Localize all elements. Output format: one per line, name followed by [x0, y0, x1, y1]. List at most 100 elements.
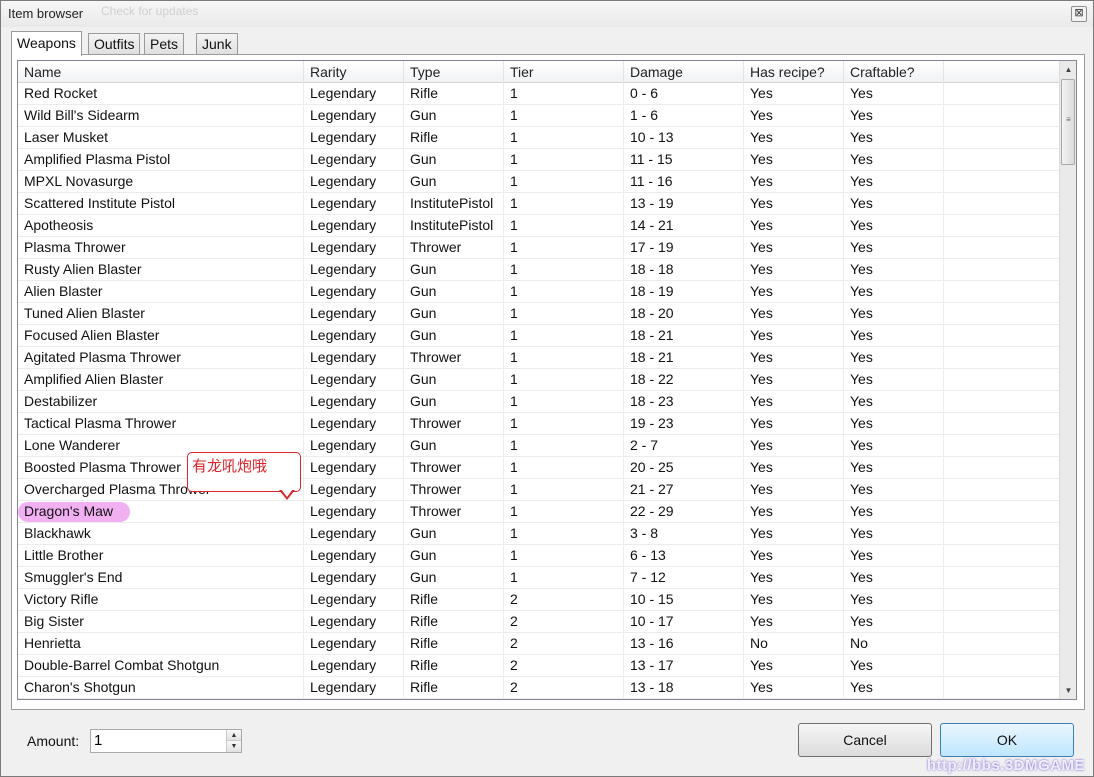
- tab-weapons[interactable]: Weapons: [11, 31, 82, 56]
- table-row[interactable]: Henrietta Legendary Rifle 2 13 - 16 No No: [18, 633, 1061, 655]
- table-row[interactable]: Laser Musket Legendary Rifle 1 10 - 13 Yes Yes: [18, 127, 1061, 149]
- vertical-scrollbar[interactable]: ▲ ≡ ▼: [1059, 61, 1076, 699]
- cell-has-recipe: No: [744, 633, 844, 655]
- cell-rarity: Legendary: [304, 369, 404, 391]
- table-row[interactable]: MPXL Novasurge Legendary Gun 1 11 - 16 Yes Yes: [18, 171, 1061, 193]
- cell-type: Gun: [404, 523, 504, 545]
- cell-name: Amplified Plasma Pistol: [18, 149, 304, 171]
- table-row[interactable]: Apotheosis Legendary InstitutePistol 1 14 - …: [18, 215, 1061, 237]
- cell-rarity: Legendary: [304, 215, 404, 237]
- spin-down-icon[interactable]: ▼: [226, 741, 241, 752]
- cell-craftable: Yes: [844, 391, 944, 413]
- table-row[interactable]: Rusty Alien Blaster Legendary Gun 1 18 - 18 Y…: [18, 259, 1061, 281]
- cell-craftable: Yes: [844, 237, 944, 259]
- cell-name: Alien Blaster: [18, 281, 304, 303]
- table-row[interactable]: Agitated Plasma Thrower Legendary Thrower 1…: [18, 347, 1061, 369]
- table-row[interactable]: Tuned Alien Blaster Legendary Gun 1 18 - 20 Y…: [18, 303, 1061, 325]
- table-row[interactable]: Double-Barrel Combat Shotgun Legendary Rif…: [18, 655, 1061, 677]
- column-header-rarity[interactable]: Rarity: [304, 61, 404, 83]
- cell-filler: [944, 523, 1061, 545]
- table-row[interactable]: Tactical Plasma Thrower Legendary Thrower 1…: [18, 413, 1061, 435]
- table-row[interactable]: Amplified Alien Blaster Legendary Gun 1 18 -…: [18, 369, 1061, 391]
- scroll-up-icon[interactable]: ▲: [1061, 62, 1076, 77]
- cancel-button[interactable]: Cancel: [798, 723, 932, 757]
- cell-name: Laser Musket: [18, 127, 304, 149]
- table-row[interactable]: Victory Rifle Legendary Rifle 2 10 - 15 Yes Ye…: [18, 589, 1061, 611]
- cell-has-recipe: Yes: [744, 589, 844, 611]
- table-row[interactable]: Focused Alien Blaster Legendary Gun 1 18 - 2…: [18, 325, 1061, 347]
- cell-damage: 0 - 6: [624, 83, 744, 105]
- cell-tier: 1: [504, 567, 624, 589]
- cell-has-recipe: Yes: [744, 259, 844, 281]
- column-header-name[interactable]: Name: [18, 61, 304, 83]
- spin-up-icon[interactable]: ▲: [226, 730, 241, 741]
- table-row[interactable]: Red Rocket Legendary Rifle 1 0 - 6 Yes Yes: [18, 83, 1061, 105]
- table-row[interactable]: Destabilizer Legendary Gun 1 18 - 23 Yes Yes: [18, 391, 1061, 413]
- cell-tier: 2: [504, 589, 624, 611]
- cell-rarity: Legendary: [304, 545, 404, 567]
- cell-name: Henrietta: [18, 633, 304, 655]
- tab-outfits[interactable]: Outfits: [88, 33, 141, 55]
- cell-tier: 2: [504, 655, 624, 677]
- cell-damage: 21 - 27: [624, 479, 744, 501]
- table-row[interactable]: Alien Blaster Legendary Gun 1 18 - 19 Yes Yes: [18, 281, 1061, 303]
- column-header-damage[interactable]: Damage: [624, 61, 744, 83]
- scroll-down-icon[interactable]: ▼: [1061, 683, 1076, 698]
- amount-input[interactable]: 1 ▲ ▼: [90, 729, 242, 753]
- cell-type: Gun: [404, 259, 504, 281]
- cell-has-recipe: Yes: [744, 655, 844, 677]
- cell-type: Gun: [404, 325, 504, 347]
- cell-has-recipe: Yes: [744, 281, 844, 303]
- cell-filler: [944, 479, 1061, 501]
- cell-tier: 2: [504, 633, 624, 655]
- column-header-type[interactable]: Type: [404, 61, 504, 83]
- table-row[interactable]: Dragon's Maw Legendary Thrower 1 22 - 29 Yes Y…: [18, 501, 1061, 523]
- table-row[interactable]: Little Brother Legendary Gun 1 6 - 13 Yes Yes: [18, 545, 1061, 567]
- cell-name: Red Rocket: [18, 83, 304, 105]
- cell-has-recipe: Yes: [744, 369, 844, 391]
- cell-tier: 1: [504, 193, 624, 215]
- amount-value: 1: [94, 732, 103, 749]
- table-row[interactable]: Big Sister Legendary Rifle 2 10 - 17 Yes Yes: [18, 611, 1061, 633]
- cell-type: Thrower: [404, 237, 504, 259]
- cell-craftable: Yes: [844, 479, 944, 501]
- cell-type: Gun: [404, 303, 504, 325]
- table-row[interactable]: Overcharged Plasma Thrower Legendary Throw…: [18, 479, 1061, 501]
- ok-button[interactable]: OK: [940, 723, 1074, 757]
- cell-tier: 1: [504, 545, 624, 567]
- title-bar[interactable]: Item browser Check for updates ⊠: [1, 1, 1093, 27]
- cell-tier: 1: [504, 369, 624, 391]
- cell-tier: 1: [504, 435, 624, 457]
- close-icon[interactable]: ⊠: [1071, 6, 1087, 22]
- table-row[interactable]: Blackhawk Legendary Gun 1 3 - 8 Yes Yes: [18, 523, 1061, 545]
- table-row[interactable]: Wild Bill's Sidearm Legendary Gun 1 1 - 6 Yes…: [18, 105, 1061, 127]
- cell-tier: 1: [504, 391, 624, 413]
- column-header-has-recipe[interactable]: Has recipe?: [744, 61, 844, 83]
- tab-junk[interactable]: Junk: [196, 33, 238, 55]
- cell-filler: [944, 237, 1061, 259]
- item-list[interactable]: Name Rarity Type Tier Damage Has recipe?…: [17, 60, 1077, 700]
- cell-tier: 2: [504, 677, 624, 699]
- cell-tier: 1: [504, 105, 624, 127]
- table-row[interactable]: Amplified Plasma Pistol Legendary Gun 1 11 -…: [18, 149, 1061, 171]
- cell-craftable: Yes: [844, 611, 944, 633]
- cell-has-recipe: Yes: [744, 171, 844, 193]
- tab-pets[interactable]: Pets: [144, 33, 185, 55]
- cell-tier: 1: [504, 457, 624, 479]
- table-row[interactable]: Scattered Institute Pistol Legendary Insti…: [18, 193, 1061, 215]
- table-row[interactable]: Charon's Shotgun Legendary Rifle 2 13 - 18 Ye…: [18, 677, 1061, 699]
- table-row[interactable]: Boosted Plasma Thrower Legendary Thrower 1 2…: [18, 457, 1061, 479]
- table-row[interactable]: Lone Wanderer Legendary Gun 1 2 - 7 Yes Yes: [18, 435, 1061, 457]
- cell-has-recipe: Yes: [744, 325, 844, 347]
- scroll-thumb[interactable]: ≡: [1061, 79, 1075, 165]
- table-row[interactable]: Plasma Thrower Legendary Thrower 1 17 - 19 Ye…: [18, 237, 1061, 259]
- cell-filler: [944, 435, 1061, 457]
- cell-rarity: Legendary: [304, 105, 404, 127]
- cell-rarity: Legendary: [304, 127, 404, 149]
- column-header-craftable[interactable]: Craftable?: [844, 61, 944, 83]
- table-row[interactable]: Smuggler's End Legendary Gun 1 7 - 12 Yes Yes: [18, 567, 1061, 589]
- cell-filler: [944, 347, 1061, 369]
- column-header-tier[interactable]: Tier: [504, 61, 624, 83]
- cell-craftable: Yes: [844, 369, 944, 391]
- cell-has-recipe: Yes: [744, 523, 844, 545]
